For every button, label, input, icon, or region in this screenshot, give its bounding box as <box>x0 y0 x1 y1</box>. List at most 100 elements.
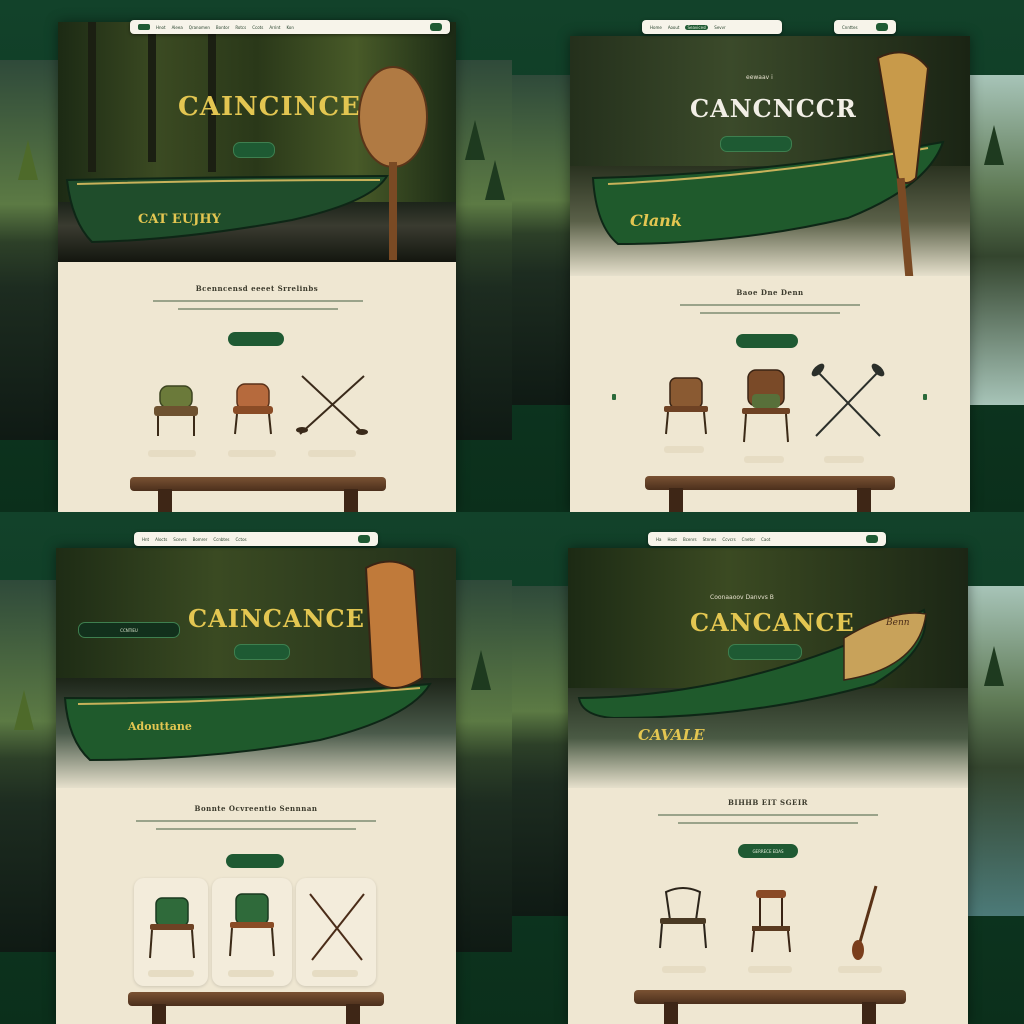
nav-link[interactable]: Ccvcrs <box>722 537 735 542</box>
product-label[interactable] <box>662 966 706 973</box>
chair-icon <box>149 897 195 959</box>
hero-button[interactable] <box>233 142 275 158</box>
nav-link[interactable]: Ccots <box>252 25 263 30</box>
nav-link[interactable]: Stnnes <box>703 537 717 542</box>
product-label[interactable] <box>838 966 882 973</box>
body-text-line <box>156 828 356 830</box>
nav-action-button[interactable] <box>430 23 442 31</box>
nav-link[interactable]: Bomrer <box>193 537 208 542</box>
product-label[interactable] <box>148 450 196 457</box>
nav-link[interactable]: Hnot <box>156 25 166 30</box>
tree-icon <box>471 650 491 690</box>
top-navbar: Hnot Aleea Qranomen Bontor Rotcs Ccots A… <box>130 20 450 34</box>
body-text-line <box>136 820 376 822</box>
nav-link[interactable]: Bontor <box>216 25 229 30</box>
nav-link[interactable]: Sevvr <box>714 25 725 30</box>
background-lake-right <box>455 580 512 952</box>
product-label[interactable] <box>312 970 358 977</box>
side-tag[interactable]: CCNTIEU <box>78 622 180 638</box>
canoe-label: Adouttane <box>128 720 192 733</box>
product-label[interactable] <box>664 446 704 453</box>
product-label[interactable] <box>228 450 276 457</box>
background-lake-left <box>512 586 568 916</box>
nav-link[interactable]: Ccnbtes <box>213 537 229 542</box>
nav-link[interactable]: Seavicesl <box>685 24 709 30</box>
hero-button[interactable] <box>234 644 290 660</box>
nav-link[interactable]: Alocts <box>155 537 167 542</box>
paddle-icon <box>364 560 424 689</box>
nav-action-button[interactable] <box>358 535 370 543</box>
chair-icon <box>664 377 708 435</box>
product-label[interactable] <box>228 970 274 977</box>
paddle-icon <box>876 51 930 276</box>
cta-button[interactable] <box>228 332 284 346</box>
canoe-icon <box>65 174 389 244</box>
nav-link[interactable]: Scevrs <box>173 537 186 542</box>
body-text-line <box>680 304 860 306</box>
product-card[interactable] <box>134 878 208 986</box>
tree-icon <box>14 690 34 730</box>
nav-link[interactable]: Kon <box>286 25 293 30</box>
nav-action-button[interactable] <box>876 23 888 31</box>
tree-icon <box>465 120 485 160</box>
nav-link[interactable]: Cnnttes <box>842 25 858 30</box>
top-navbar: Hnt Alocts Scevrs Bomrer Ccnbtes Cctos <box>134 532 378 546</box>
nav-link[interactable]: Aleea <box>172 25 183 30</box>
table-icon <box>130 477 386 512</box>
chair-icon <box>154 385 198 436</box>
landing-page-panel: eewaav i CANCNCCR Clank Baoe Dne Denn <box>570 36 970 512</box>
chair-icon <box>659 887 707 949</box>
landing-page-panel: CAINCINCEL CAT EUJHY Bcenncensd eeeet Sr… <box>58 22 456 512</box>
cta-button[interactable] <box>736 334 798 348</box>
product-card[interactable] <box>296 878 376 986</box>
carousel-prev-button[interactable] <box>612 394 616 400</box>
nav-link[interactable]: Qranomen <box>189 25 210 30</box>
body-text-line <box>153 300 363 302</box>
background-lake-right <box>455 60 512 440</box>
tree-icon <box>984 646 1004 686</box>
nav-link[interactable]: Caot <box>761 537 770 542</box>
background-lake-left <box>512 75 570 405</box>
chair-icon <box>233 383 273 435</box>
nav-link[interactable]: Hoot <box>667 537 676 542</box>
body-text-line <box>700 312 840 314</box>
table-icon <box>634 990 906 1024</box>
cta-button[interactable] <box>226 854 284 868</box>
nav-link[interactable]: Aoout <box>668 25 680 30</box>
cta-button[interactable]: GERRECE EDAS <box>738 844 798 858</box>
background-lake-left <box>0 580 56 952</box>
mockup-quadrant-2: eewaav i CANCNCCR Clank Baoe Dne Denn Ho… <box>512 0 1024 512</box>
nav-link[interactable]: Rotcs <box>235 25 246 30</box>
paddle-icon <box>358 66 428 260</box>
top-navbar: Ha Hoot Bcenrs Stnnes Ccvcrs Cnetor Caot <box>648 532 886 546</box>
brand-tagline: eewaav i <box>746 74 773 81</box>
brand-title: CANCNCCR <box>690 94 857 123</box>
product-label[interactable] <box>148 970 194 977</box>
top-navbar: Home Aoout Seavicesl Sevvr <box>642 20 782 34</box>
top-navbar-secondary: Cnnttes <box>834 20 896 34</box>
product-label[interactable] <box>308 450 356 457</box>
carousel-next-button[interactable] <box>923 394 927 400</box>
nav-link[interactable]: Cnetor <box>742 537 755 542</box>
chair-icon <box>751 890 791 953</box>
product-card[interactable] <box>212 878 292 986</box>
mockup-quadrant-3: CAINCANCE CCNTIEU Adouttane Bonnte Ocvre… <box>0 512 512 1024</box>
canoe-label: CAT EUJHY <box>138 212 221 227</box>
table-icon <box>645 476 895 512</box>
nav-link[interactable]: Bcenrs <box>683 537 697 542</box>
nav-link[interactable]: Cctos <box>236 537 247 542</box>
nav-link[interactable]: Home <box>650 25 662 30</box>
tree-icon <box>984 125 1004 165</box>
logo-icon[interactable] <box>138 24 150 30</box>
canoe-icon <box>577 608 927 718</box>
product-label[interactable] <box>744 456 784 463</box>
hero-section: eewaav i CANCNCCR Clank <box>570 36 970 276</box>
nav-action-button[interactable] <box>866 535 878 543</box>
body-text-line <box>678 822 858 824</box>
hero-section: Coonaaoov Danvvs B CANCANCE Benn CAVALE <box>568 548 968 788</box>
nav-link[interactable]: Ha <box>656 537 661 542</box>
nav-link[interactable]: Arrint <box>269 25 280 30</box>
product-label[interactable] <box>824 456 864 463</box>
nav-link[interactable]: Hnt <box>142 537 149 542</box>
product-label[interactable] <box>748 966 792 973</box>
